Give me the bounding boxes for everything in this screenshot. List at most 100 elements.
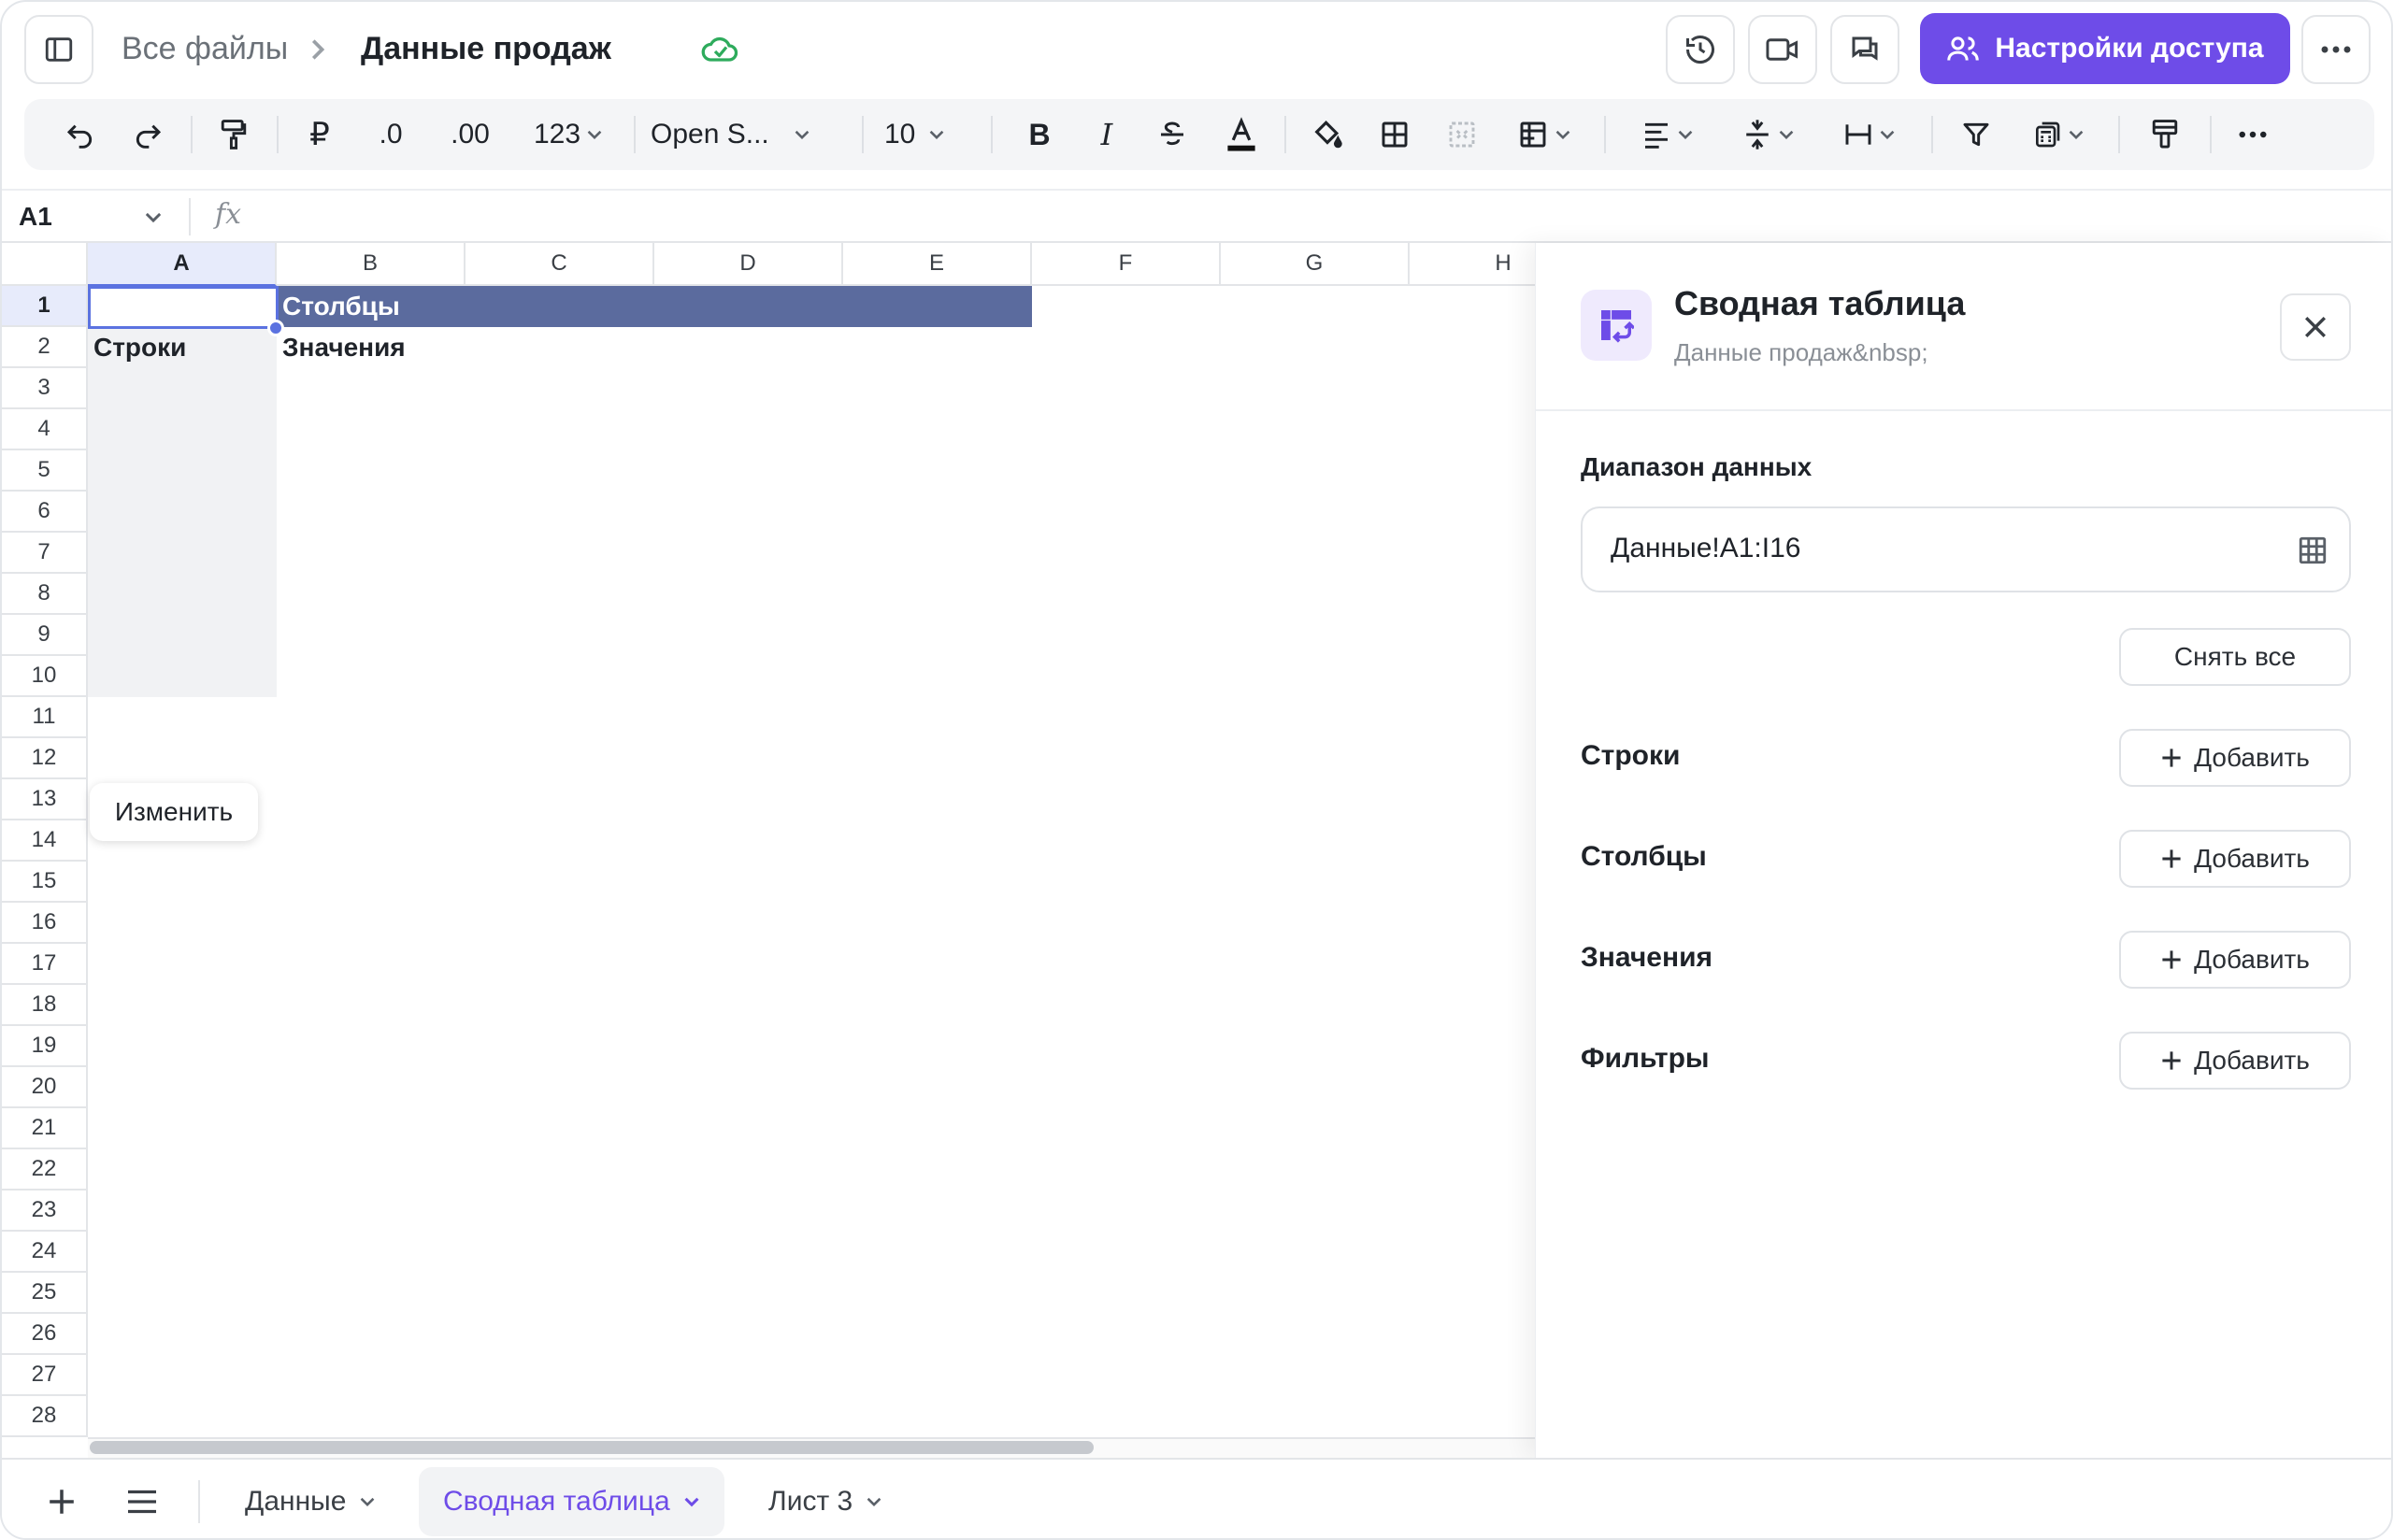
strikethrough-icon — [1161, 121, 1183, 146]
number-format-dropdown[interactable]: 123 — [520, 105, 617, 164]
row-header[interactable]: 18 — [2, 985, 88, 1026]
row-header[interactable]: 8 — [2, 574, 88, 615]
row-header[interactable]: 24 — [2, 1232, 88, 1273]
add-column-field-button[interactable]: Добавить — [2119, 830, 2351, 888]
close-panel-button[interactable] — [2280, 293, 2351, 361]
row-header[interactable]: 25 — [2, 1273, 88, 1314]
column-header-a[interactable]: A — [88, 243, 277, 286]
history-button[interactable] — [1666, 15, 1735, 84]
row-header[interactable]: 15 — [2, 862, 88, 903]
panel-title: Сводная таблица — [1674, 284, 1966, 322]
bold-button[interactable]: B — [1010, 105, 1069, 164]
font-family-dropdown[interactable]: Open S... — [651, 105, 847, 164]
conditional-format-dropdown[interactable] — [1501, 105, 1587, 164]
undo-button[interactable] — [50, 105, 110, 164]
row-header[interactable]: 1 — [2, 286, 88, 327]
fill-color-button[interactable] — [1297, 105, 1357, 164]
access-settings-button[interactable]: Настройки доступа — [1920, 13, 2290, 84]
chevron-down-icon — [361, 1497, 375, 1507]
more-menu-button[interactable] — [2301, 15, 2371, 84]
row-header[interactable]: 14 — [2, 820, 88, 862]
borders-button[interactable] — [1365, 105, 1425, 164]
add-row-field-button[interactable]: Добавить — [2119, 729, 2351, 787]
pivot-rows-area[interactable] — [88, 327, 277, 697]
pivot-values-label[interactable]: Значения — [277, 329, 406, 366]
format-painter-button[interactable] — [204, 105, 264, 164]
fill-handle[interactable] — [267, 320, 284, 336]
row-header[interactable]: 20 — [2, 1067, 88, 1108]
strikethrough-button[interactable] — [1142, 105, 1202, 164]
filter-button[interactable] — [1946, 105, 2006, 164]
file-title[interactable]: Данные продаж — [361, 28, 611, 69]
redo-button[interactable] — [118, 105, 178, 164]
column-header-g[interactable]: G — [1221, 243, 1410, 286]
row-header[interactable]: 21 — [2, 1108, 88, 1149]
toolbar-more-button[interactable] — [2223, 105, 2283, 164]
row-header[interactable]: 3 — [2, 368, 88, 409]
row-header[interactable]: 17 — [2, 944, 88, 985]
row-header[interactable]: 4 — [2, 409, 88, 450]
column-header-h[interactable]: H — [1410, 243, 1535, 286]
tab-sheet-3[interactable]: Лист 3 — [744, 1467, 907, 1536]
merge-cells-button[interactable] — [1432, 105, 1492, 164]
row-header[interactable]: 10 — [2, 656, 88, 697]
data-range-input[interactable]: Данные!A1:I16 — [1581, 506, 2351, 592]
column-header-e[interactable]: E — [843, 243, 1032, 286]
column-header-d[interactable]: D — [654, 243, 843, 286]
functions-dropdown[interactable] — [2015, 105, 2101, 164]
columns-section-label: Столбцы — [1581, 841, 1707, 872]
horizontal-scrollbar-thumb[interactable] — [90, 1441, 1094, 1454]
vertical-align-dropdown[interactable] — [1726, 105, 1812, 164]
row-header[interactable]: 5 — [2, 450, 88, 492]
chevron-down-icon[interactable] — [144, 211, 163, 223]
formula-input[interactable] — [264, 194, 2376, 239]
row-header[interactable]: 11 — [2, 697, 88, 738]
add-sheet-button[interactable] — [28, 1475, 95, 1529]
add-value-field-button[interactable]: Добавить — [2119, 931, 2351, 989]
add-label: Добавить — [2194, 743, 2310, 772]
increase-decimals-button[interactable]: .00 — [432, 105, 509, 164]
selected-cell[interactable] — [88, 286, 279, 329]
font-size-dropdown[interactable]: 10 — [884, 105, 982, 164]
row-header[interactable]: 23 — [2, 1191, 88, 1232]
column-header-f[interactable]: F — [1032, 243, 1221, 286]
history-icon — [1686, 36, 1714, 64]
row-header[interactable]: 7 — [2, 533, 88, 574]
decrease-decimals-button[interactable]: .0 — [361, 105, 421, 164]
video-call-button[interactable] — [1748, 15, 1817, 84]
pivot-rows-label[interactable]: Строки — [88, 329, 186, 366]
italic-button[interactable]: I — [1077, 105, 1137, 164]
row-header[interactable]: 13 — [2, 779, 88, 820]
column-header-c[interactable]: C — [466, 243, 654, 286]
pivot-columns-label[interactable]: Столбцы — [277, 288, 400, 325]
cell-reference-box[interactable]: A1 — [19, 202, 52, 232]
all-sheets-button[interactable] — [108, 1475, 176, 1529]
currency-format-button[interactable]: ₽ — [292, 105, 348, 164]
sidebar-toggle-button[interactable] — [24, 15, 93, 84]
clear-all-button[interactable]: Снять все — [2119, 628, 2351, 686]
row-header[interactable]: 19 — [2, 1026, 88, 1067]
tab-pivot-table[interactable]: Сводная таблица — [419, 1467, 724, 1536]
row-header[interactable]: 16 — [2, 903, 88, 944]
grid-select-icon[interactable] — [2297, 535, 2329, 566]
row-header[interactable]: 22 — [2, 1149, 88, 1191]
row-header[interactable]: 26 — [2, 1314, 88, 1355]
row-header[interactable]: 28 — [2, 1396, 88, 1437]
row-header[interactable]: 12 — [2, 738, 88, 779]
text-wrap-dropdown[interactable] — [1827, 105, 1913, 164]
number-format-label: 123 — [533, 119, 581, 150]
column-header-b[interactable]: B — [277, 243, 466, 286]
horizontal-align-dropdown[interactable] — [1625, 105, 1711, 164]
text-color-button[interactable] — [1211, 105, 1271, 164]
tab-data[interactable]: Данные — [221, 1467, 400, 1536]
row-header[interactable]: 9 — [2, 615, 88, 656]
row-header[interactable]: 27 — [2, 1355, 88, 1396]
breadcrumb-root[interactable]: Все файлы — [122, 28, 288, 69]
row-header[interactable]: 2 — [2, 327, 88, 368]
select-all-corner[interactable] — [2, 243, 88, 286]
row-header[interactable]: 6 — [2, 492, 88, 533]
add-filter-button[interactable]: Добавить — [2119, 1032, 2351, 1090]
clear-format-button[interactable] — [2135, 105, 2195, 164]
edit-pivot-button[interactable]: Изменить — [90, 783, 258, 841]
comments-button[interactable] — [1830, 15, 1899, 84]
